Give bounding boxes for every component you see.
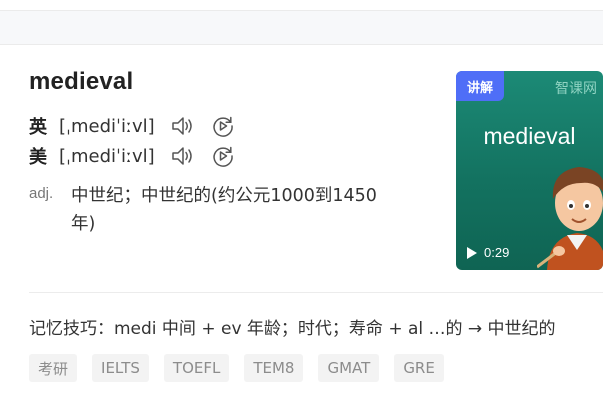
pron-label-uk: 英 [29,117,47,138]
definition: adj. 中世纪；中世纪的(约公元1000到1450年) [29,182,409,238]
video-badge: 讲解 [456,71,504,101]
memory-tip: 记忆技巧：medi 中间 + ev 年龄；时代；寿命 + al …的 → 中世纪… [29,319,556,339]
video-play[interactable]: 0:29 [466,245,509,260]
pronunciation-us: 美 [ˌmediˈiːvl] [29,143,236,169]
tag-gmat[interactable]: GMAT [318,354,380,382]
phonetic-us: [ˌmediˈiːvl] [59,145,155,167]
replay-icon[interactable] [210,113,236,139]
tag-toefl[interactable]: TOEFL [163,354,230,382]
exam-tags: 考研 IELTS TOEFL TEM8 GMAT GRE [29,354,459,382]
tag-kaoyan[interactable]: 考研 [29,354,78,382]
phonetic-uk: [ˌmediˈiːvl] [59,115,155,137]
pron-label-us: 美 [29,147,47,168]
part-of-speech: adj. [29,185,54,202]
speaker-icon[interactable] [168,143,198,169]
tag-tem8[interactable]: TEM8 [244,354,304,382]
play-icon[interactable] [466,246,478,260]
video-brand: 智课网 [555,81,597,97]
tag-ielts[interactable]: IELTS [92,354,149,382]
replay-icon[interactable] [210,143,236,169]
speaker-icon[interactable] [168,113,198,139]
divider [29,292,603,293]
top-bar [0,10,603,45]
video-duration: 0:29 [484,245,510,260]
headword: medieval [29,68,134,95]
definition-text: 中世纪；中世纪的(约公元1000到1450年) [71,186,377,234]
video-title: medieval [483,123,576,149]
pronunciation-uk: 英 [ˌmediˈiːvl] [29,113,236,139]
teacher-illustration-icon [537,167,603,270]
explanation-video[interactable]: 讲解 智课网 medieval 0:29 [456,71,603,270]
tag-gre[interactable]: GRE [394,354,444,382]
